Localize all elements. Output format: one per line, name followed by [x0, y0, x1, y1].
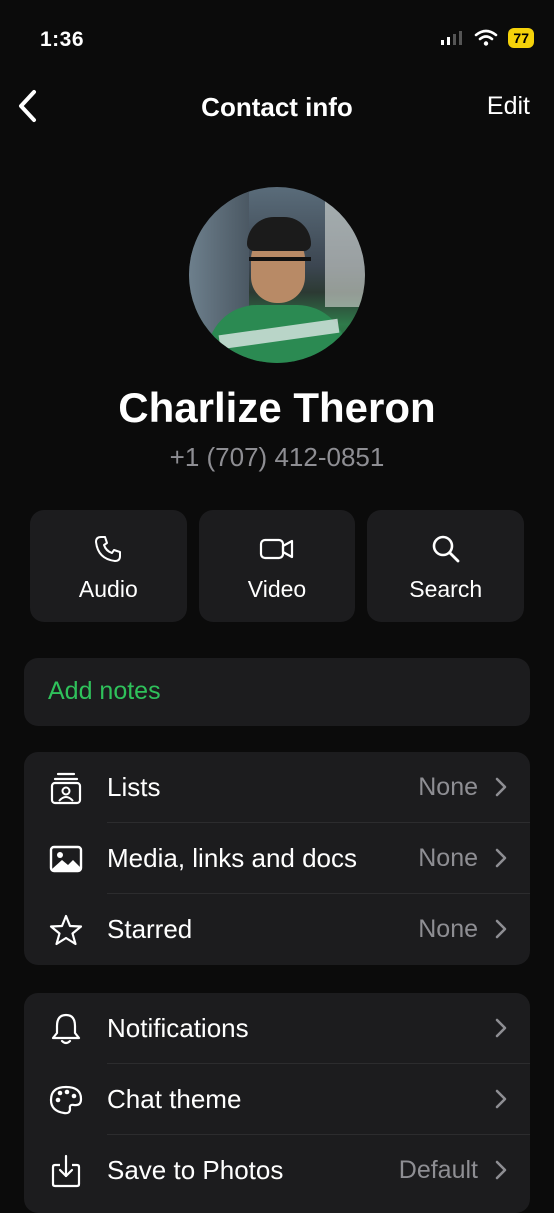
contact-name: Charlize Theron: [118, 384, 436, 431]
row-save-photos-label: Save to Photos: [107, 1155, 284, 1185]
chevron-right-icon: [495, 1160, 507, 1180]
row-lists-label: Lists: [107, 772, 161, 802]
audio-label: Audio: [78, 576, 138, 602]
palette-icon: [49, 1085, 83, 1115]
search-label: Search: [409, 576, 483, 602]
avatar[interactable]: [189, 187, 365, 363]
row-notifications-label: Notifications: [107, 1013, 249, 1043]
video-label: Video: [247, 576, 307, 602]
action-buttons: Audio Video Search: [30, 510, 525, 622]
row-save-photos-value: Default: [398, 1156, 478, 1184]
save-photos-icon: [51, 1154, 81, 1188]
nav-bar: Contact info Edit: [0, 80, 554, 136]
chevron-right-icon: [495, 1018, 507, 1038]
settings-group: Notifications Chat theme Save to Photos …: [24, 993, 530, 1213]
row-lists-value: None: [418, 773, 478, 801]
row-media-label: Media, links and docs: [107, 843, 358, 873]
search-icon: [432, 535, 460, 563]
chevron-right-icon: [495, 1089, 507, 1109]
row-lists[interactable]: Lists None: [24, 752, 530, 823]
row-media-value: None: [418, 844, 478, 872]
wifi-icon: [475, 29, 498, 46]
video-button[interactable]: Video: [198, 510, 356, 622]
contact-phone: +1 (707) 412-0851: [169, 442, 385, 472]
chevron-right-icon: [495, 777, 507, 797]
audio-button[interactable]: Audio: [30, 510, 187, 622]
chevron-right-icon: [495, 919, 507, 939]
edit-button[interactable]: Edit: [487, 92, 530, 121]
image-icon: [49, 845, 83, 873]
page-title: Contact info: [201, 92, 353, 122]
star-icon: [49, 914, 83, 946]
row-media-links-docs[interactable]: Media, links and docs None: [24, 823, 530, 894]
row-notifications[interactable]: Notifications: [24, 993, 530, 1064]
lists-icon: [50, 772, 82, 805]
signal-icon: [441, 31, 463, 45]
bell-icon: [51, 1013, 81, 1045]
search-button[interactable]: Search: [367, 510, 525, 622]
chevron-right-icon: [495, 848, 507, 868]
video-icon: [259, 538, 294, 560]
media-group: Lists None Media, links and docs None St…: [24, 752, 530, 965]
phone-icon: [95, 536, 122, 562]
add-notes-label: Add notes: [48, 677, 161, 705]
row-starred-label: Starred: [107, 914, 193, 944]
row-save-to-photos[interactable]: Save to Photos Default: [24, 1135, 530, 1206]
battery-indicator: 77: [508, 28, 534, 48]
row-chat-theme[interactable]: Chat theme: [24, 1064, 530, 1135]
add-notes-button[interactable]: Add notes: [24, 658, 530, 726]
status-bar: 1:36 77: [0, 0, 554, 72]
status-time: 1:36: [40, 28, 85, 51]
row-starred-value: None: [418, 915, 478, 943]
status-icons: 77: [440, 28, 534, 48]
row-chat-theme-label: Chat theme: [107, 1084, 242, 1114]
row-starred[interactable]: Starred None: [24, 894, 530, 965]
